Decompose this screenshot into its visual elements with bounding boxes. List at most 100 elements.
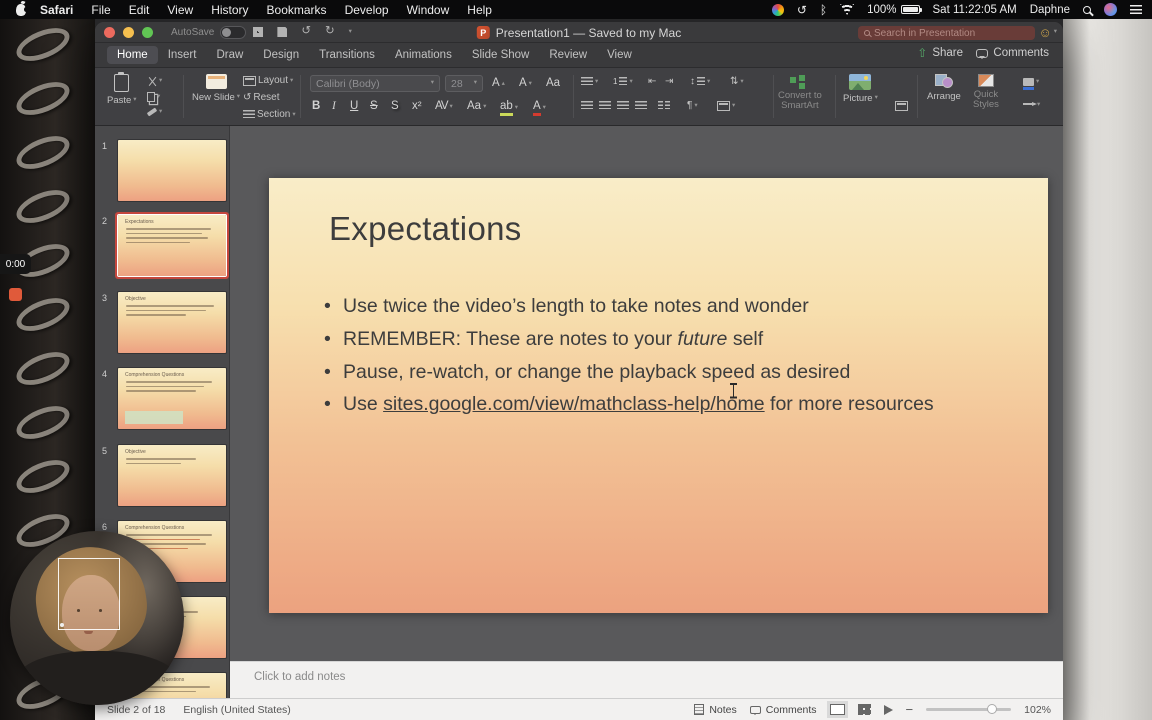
slide-title[interactable]: Expectations xyxy=(329,210,522,248)
numbering-button[interactable]: 1 ▾ xyxy=(613,77,633,87)
menu-bookmarks[interactable]: Bookmarks xyxy=(258,3,336,17)
time-machine-icon[interactable]: ↺ xyxy=(797,4,807,16)
reset-button[interactable]: ↺ Reset xyxy=(243,93,280,103)
apple-menu-icon[interactable] xyxy=(16,3,28,16)
tab-insert[interactable]: Insert xyxy=(158,46,207,64)
comments-toggle-button[interactable]: Comments xyxy=(749,704,817,716)
section-button[interactable]: Section ▾ xyxy=(243,110,296,120)
slide-sorter-view-button[interactable] xyxy=(857,704,871,715)
tab-draw[interactable]: Draw xyxy=(206,46,253,64)
text-shadow-button[interactable]: S xyxy=(391,100,399,113)
character-spacing-button[interactable]: AV ▾ xyxy=(435,100,453,113)
tab-transitions[interactable]: Transitions xyxy=(309,46,385,64)
menu-file[interactable]: File xyxy=(82,3,119,17)
siri-icon[interactable] xyxy=(1104,3,1117,16)
arrange-button[interactable]: Arrange xyxy=(927,74,961,102)
toolbar-more-icon[interactable]: ▾ xyxy=(349,28,352,36)
apps-grid-icon[interactable] xyxy=(253,27,264,37)
slide-body-text[interactable]: Use twice the video’s length to take not… xyxy=(324,290,1023,421)
close-button[interactable] xyxy=(104,26,115,38)
tab-view[interactable]: View xyxy=(597,46,642,64)
photo-placeholder-button[interactable] xyxy=(895,101,908,111)
shrink-font-button[interactable]: A ▾ xyxy=(519,77,532,90)
shape-outline-button[interactable]: ▾ xyxy=(1023,101,1040,109)
tab-slide-show[interactable]: Slide Show xyxy=(462,46,540,64)
quick-styles-button[interactable]: Quick Styles xyxy=(973,74,999,110)
thumbnail-slide-3[interactable]: Objective xyxy=(118,292,226,353)
bold-button[interactable]: B xyxy=(312,100,320,113)
menu-user[interactable]: Daphne xyxy=(1030,4,1070,16)
slideshow-view-button[interactable] xyxy=(883,704,893,715)
language-indicator[interactable]: English (United States) xyxy=(183,704,290,716)
undo-icon[interactable]: ↺ xyxy=(301,26,311,38)
align-text-button[interactable]: ¶ ▾ xyxy=(687,101,698,111)
shape-fill-button[interactable]: ▾ xyxy=(1023,78,1039,90)
zoom-slider-knob[interactable] xyxy=(987,704,998,714)
menu-edit[interactable]: Edit xyxy=(120,3,159,17)
bullets-button[interactable]: ▾ xyxy=(581,77,598,87)
search-field[interactable] xyxy=(858,26,1035,40)
cut-button[interactable]: ▾ xyxy=(147,76,162,87)
minimize-button[interactable] xyxy=(123,26,134,38)
presentation-search-input[interactable] xyxy=(874,27,1029,39)
menu-history[interactable]: History xyxy=(202,3,257,17)
text-direction-button[interactable]: ⇅ ▾ xyxy=(730,77,744,87)
menu-window[interactable]: Window xyxy=(398,3,459,17)
menu-list-icon[interactable] xyxy=(1130,5,1142,14)
convert-to-smartart-button[interactable]: Convert to SmartArt xyxy=(778,75,822,111)
save-icon[interactable] xyxy=(277,27,288,37)
change-case-button[interactable]: Aa ▾ xyxy=(467,100,486,113)
menu-view[interactable]: View xyxy=(158,3,202,17)
spotlight-icon[interactable] xyxy=(1083,5,1091,14)
superscript-button[interactable]: x² xyxy=(412,100,422,113)
highlight-color-button[interactable]: ab ▾ xyxy=(500,100,518,116)
zoom-slider[interactable] xyxy=(926,704,1012,714)
thumbnail-slide-5[interactable]: Objective xyxy=(118,445,226,506)
columns-button[interactable] xyxy=(658,101,670,111)
insert-table-button[interactable]: ▾ xyxy=(717,101,735,111)
recording-stop-button[interactable] xyxy=(9,288,22,301)
font-name-select[interactable]: Calibri (Body) ▾ xyxy=(310,75,440,92)
picture-button[interactable]: Picture ▾ xyxy=(843,74,878,104)
redo-icon[interactable]: ↻ xyxy=(325,26,335,38)
battery-indicator[interactable]: 100% xyxy=(867,4,922,16)
align-center-button[interactable] xyxy=(599,101,611,111)
slide-canvas[interactable]: Expectations Use twice the video’s lengt… xyxy=(230,126,1063,661)
paste-button[interactable]: Paste ▾ xyxy=(107,72,137,106)
justify-button[interactable] xyxy=(635,101,647,111)
increase-indent-button[interactable]: ⇥ xyxy=(665,77,673,87)
line-spacing-button[interactable]: ↕ ▾ xyxy=(690,77,710,87)
menu-app-name[interactable]: Safari xyxy=(31,3,82,17)
feedback-button[interactable]: ☺ ▾ xyxy=(1038,26,1057,39)
align-right-button[interactable] xyxy=(617,101,629,111)
strikethrough-button[interactable]: S xyxy=(370,100,378,113)
thumbnail-slide-2[interactable]: Expectations xyxy=(118,215,226,276)
notes-toggle-button[interactable]: Notes xyxy=(694,704,737,716)
thumbnail-slide-1[interactable] xyxy=(118,140,226,201)
wifi-icon[interactable] xyxy=(840,4,855,15)
font-size-select[interactable]: 28 ▾ xyxy=(445,75,483,92)
italic-button[interactable]: I xyxy=(332,100,336,113)
autosave-toggle[interactable] xyxy=(220,25,247,39)
underline-button[interactable]: U xyxy=(350,100,358,113)
grow-font-button[interactable]: A ▴ xyxy=(492,77,505,90)
notes-pane[interactable]: Click to add notes xyxy=(230,661,1063,698)
slide[interactable]: Expectations Use twice the video’s lengt… xyxy=(269,178,1048,613)
pinwheel-icon[interactable] xyxy=(771,3,784,16)
clear-formatting-button[interactable]: Aa xyxy=(546,77,560,90)
thumbnail-slide-4[interactable]: Comprehension Questions xyxy=(118,368,226,429)
fullscreen-button[interactable] xyxy=(142,26,153,38)
format-painter-button[interactable]: ▾ xyxy=(146,107,162,117)
decrease-indent-button[interactable]: ⇤ xyxy=(648,77,656,87)
tab-review[interactable]: Review xyxy=(539,46,597,64)
tab-design[interactable]: Design xyxy=(253,46,309,64)
comments-button[interactable]: Comments xyxy=(976,47,1049,59)
new-slide-button[interactable]: New Slide ▾ xyxy=(192,74,240,103)
layout-button[interactable]: Layout ▾ xyxy=(243,76,293,86)
zoom-level[interactable]: 102% xyxy=(1024,704,1051,716)
zoom-out-button[interactable]: − xyxy=(906,702,914,717)
share-button[interactable]: ⇧ Share xyxy=(917,47,963,59)
menu-help[interactable]: Help xyxy=(458,3,501,17)
tab-animations[interactable]: Animations xyxy=(385,46,462,64)
menu-develop[interactable]: Develop xyxy=(336,3,398,17)
